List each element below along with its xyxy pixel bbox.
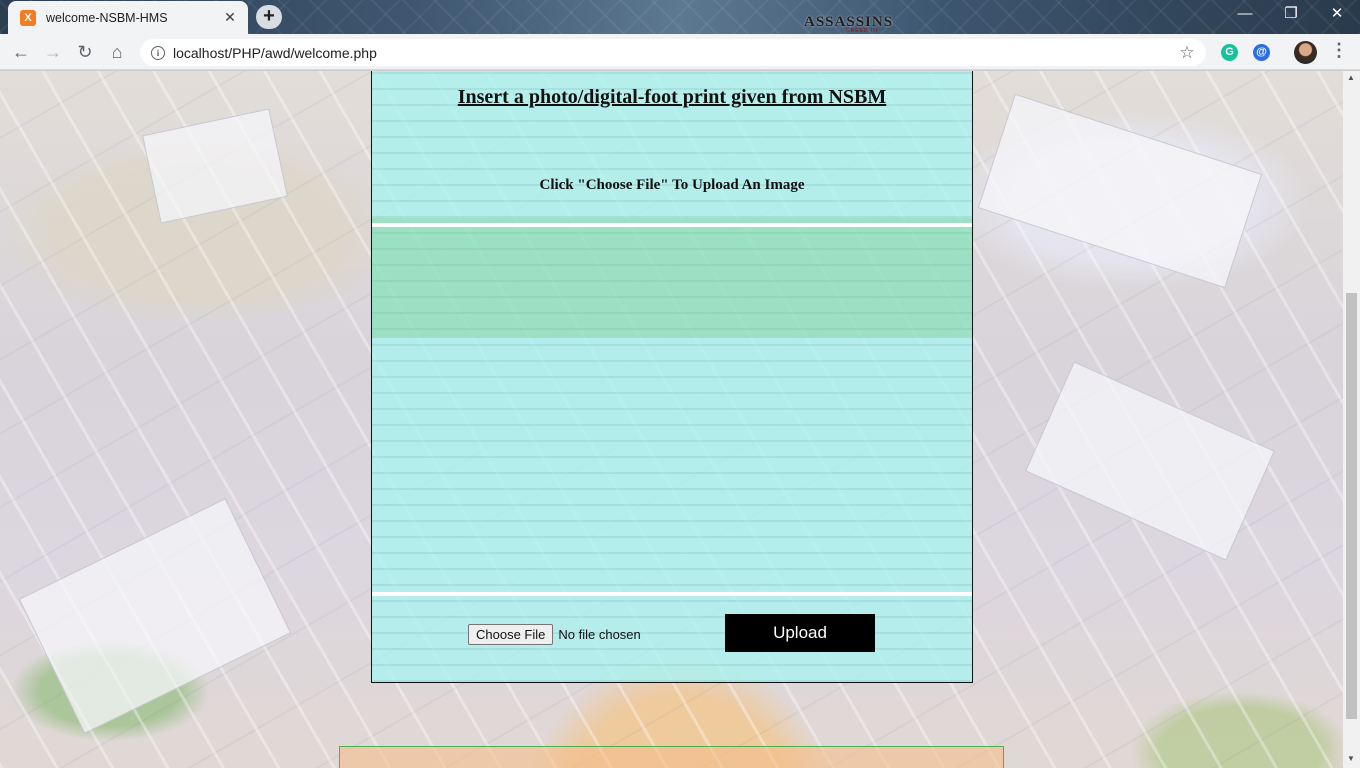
tab-title: welcome-NSBM-HMS xyxy=(46,10,168,25)
close-window-button[interactable]: ✕ xyxy=(1314,0,1360,30)
minimize-button[interactable]: — xyxy=(1222,0,1268,30)
profile-avatar[interactable] xyxy=(1294,41,1317,64)
browser-menu-icon[interactable]: ⋮ xyxy=(1330,40,1348,61)
browser-title-bar: X welcome-NSBM-HMS ✕ + ASSASSINS CREED I… xyxy=(0,0,1360,34)
restore-button[interactable]: ❐ xyxy=(1268,0,1314,30)
grammarly-icon[interactable]: G xyxy=(1221,44,1238,61)
back-arrow-icon[interactable]: ← xyxy=(8,39,34,65)
page-scrollbar[interactable]: ▲ ▼ xyxy=(1343,71,1360,768)
bookmark-star-icon[interactable]: ☆ xyxy=(1174,43,1200,63)
file-status-text: No file chosen xyxy=(558,627,641,642)
page-viewport: Insert a photo/digital-foot print given … xyxy=(0,71,1343,768)
site-info-icon[interactable]: i xyxy=(151,45,165,60)
scroll-down-arrow-icon[interactable]: ▼ xyxy=(1347,754,1355,763)
browser-tab[interactable]: X welcome-NSBM-HMS ✕ xyxy=(8,1,248,34)
footer-section xyxy=(339,746,1004,768)
home-icon[interactable]: ⌂ xyxy=(104,39,130,65)
address-bar[interactable]: i localhost/PHP/awd/welcome.php ☆ xyxy=(140,39,1206,66)
divider-bottom xyxy=(372,592,972,596)
at-sign-extension-icon[interactable]: @ xyxy=(1253,44,1270,61)
browser-toolbar: ← → ↻ ⌂ i localhost/PHP/awd/welcome.php … xyxy=(0,34,1360,70)
choose-file-button[interactable]: Choose File xyxy=(468,624,554,645)
new-tab-button[interactable]: + xyxy=(256,5,282,29)
image-preview-area xyxy=(372,227,972,589)
file-input[interactable]: Choose File No file chosen xyxy=(468,624,641,645)
scroll-thumb[interactable] xyxy=(1346,293,1357,719)
scroll-up-arrow-icon[interactable]: ▲ xyxy=(1347,73,1355,82)
url-text[interactable]: localhost/PHP/awd/welcome.php xyxy=(173,45,1174,61)
upload-panel: Insert a photo/digital-foot print given … xyxy=(371,71,973,683)
upload-instruction: Click "Choose File" To Upload An Image xyxy=(539,177,805,193)
forward-arrow-icon[interactable]: → xyxy=(40,39,66,65)
xampp-favicon-icon: X xyxy=(20,9,36,26)
upload-button[interactable]: Upload xyxy=(725,614,875,652)
tab-close-icon[interactable]: ✕ xyxy=(222,9,238,26)
reload-icon[interactable]: ↻ xyxy=(72,39,98,65)
panel-title: Insert a photo/digital-foot print given … xyxy=(457,86,887,108)
